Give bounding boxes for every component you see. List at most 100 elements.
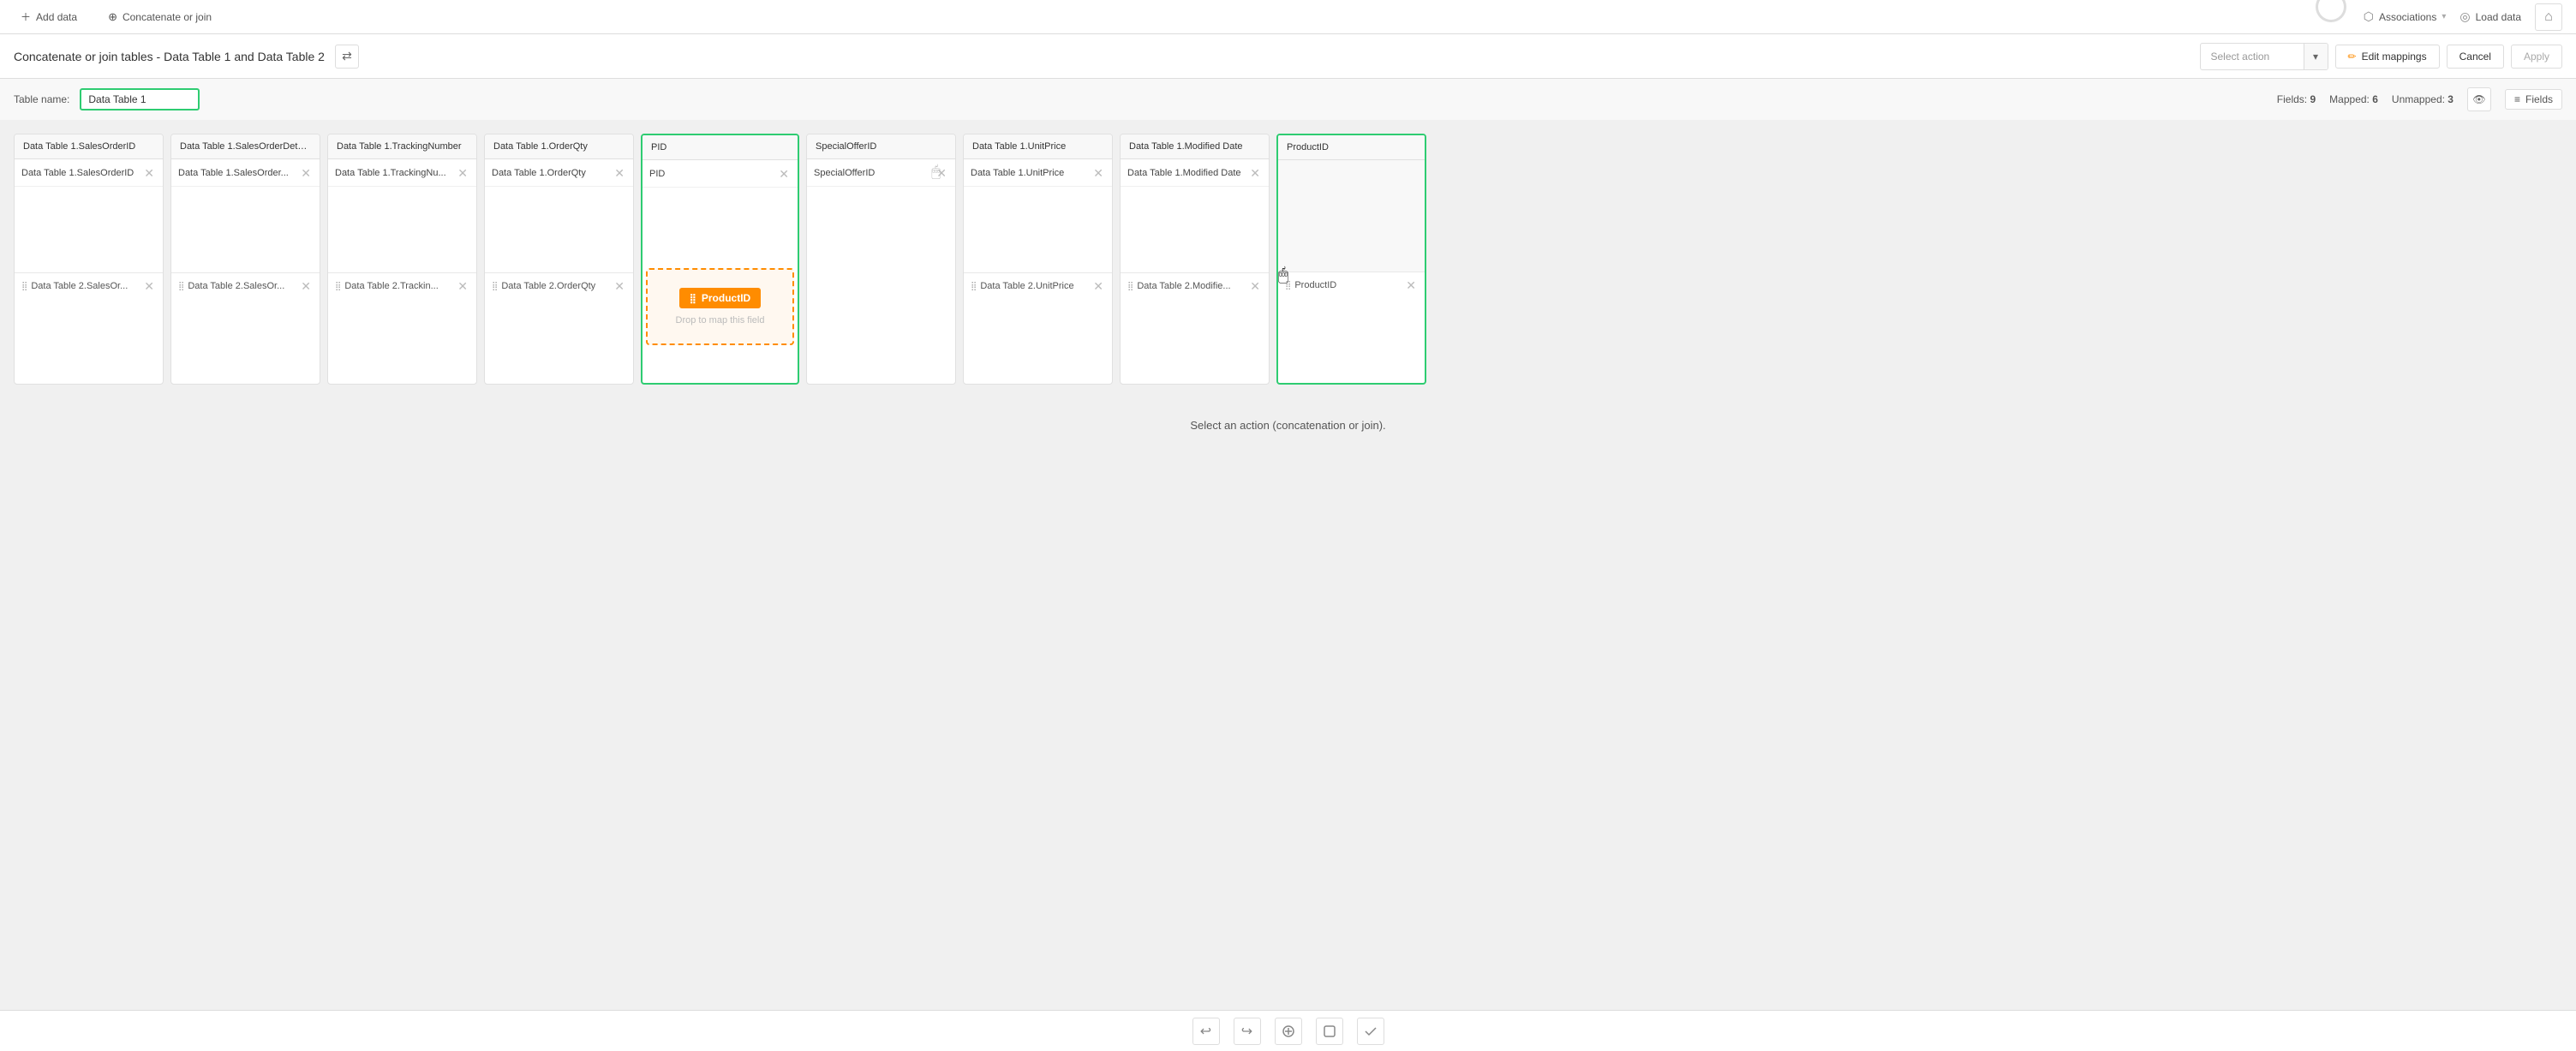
column-productid: ProductID 🖱 ⣿ ProductID ✕: [1276, 134, 1426, 385]
dots-icon: ⣿: [335, 282, 341, 291]
col-header-productid: ProductID: [1278, 135, 1425, 160]
close-icon[interactable]: ✕: [142, 165, 156, 181]
drag-label: ProductID: [702, 292, 750, 304]
column-salesorderdetailid: Data Table 1.SalesOrderDetailID Data Tab…: [170, 134, 320, 385]
close-icon[interactable]: ✕: [613, 278, 626, 294]
page-title: Concatenate or join tables - Data Table …: [14, 50, 325, 63]
bottom-field-3: ⣿ Data Table 2.Trackin... ✕: [328, 272, 476, 299]
redo-button[interactable]: ↪: [1234, 1018, 1261, 1045]
table-name-input[interactable]: [80, 88, 200, 110]
col-header-salesorderid: Data Table 1.SalesOrderID: [15, 134, 163, 159]
column-salesorderid: Data Table 1.SalesOrderID Data Table 1.S…: [14, 134, 164, 385]
close-icon[interactable]: ✕: [777, 166, 791, 182]
pencil-icon: ✏: [2348, 51, 2357, 63]
header-bar: Concatenate or join tables - Data Table …: [0, 34, 2576, 79]
dots-icon: ⣿: [1127, 282, 1133, 291]
field-item: PID ✕: [643, 160, 798, 188]
toolbar-btn-5[interactable]: [1357, 1018, 1384, 1045]
fields-toggle-label: Fields: [2525, 93, 2553, 105]
bottom-toolbar: ↩ ↪: [0, 1010, 2576, 1051]
field-item: Data Table 1.SalesOrderID ✕: [15, 159, 163, 187]
drop-hint: Drop to map this field: [676, 315, 765, 325]
associations-button[interactable]: ⬡ Associations ▾: [2364, 9, 2447, 24]
column-specialofferid: SpecialOfferID SpecialOfferID 🖱 ✕: [806, 134, 956, 385]
col-header-pid: PID: [643, 135, 798, 160]
bottom-field-2: ⣿ Data Table 2.SalesOr... ✕: [171, 272, 320, 299]
drag-grid-icon: ⣿: [690, 293, 696, 304]
select-action-text: Select action: [2201, 51, 2304, 63]
table-name-label: Table name:: [14, 93, 69, 105]
bottom-field-7: ⣿ Data Table 2.UnitPrice ✕: [964, 272, 1112, 299]
field-item: Data Table 1.SalesOrder... ✕: [171, 159, 320, 187]
col-header-salesorderdetailid: Data Table 1.SalesOrderDetailID: [171, 134, 320, 159]
dots-icon: ⣿: [178, 282, 184, 291]
associations-label: Associations: [2379, 11, 2436, 23]
undo-button[interactable]: ↩: [1192, 1018, 1220, 1045]
select-action-dropdown[interactable]: ▾: [2304, 43, 2328, 70]
close-icon[interactable]: ✕: [456, 278, 469, 294]
close-icon[interactable]: ✕: [1091, 165, 1105, 181]
swap-button[interactable]: ⇄: [335, 45, 359, 69]
field-item: Data Table 1.Modified Date ✕: [1121, 159, 1269, 187]
select-action-container: Select action ▾: [2200, 43, 2328, 70]
field-item: Data Table 1.TrackingNu... ✕: [328, 159, 476, 187]
cancel-button[interactable]: Cancel: [2447, 45, 2504, 69]
dots-icon: ⣿: [21, 282, 27, 291]
edit-mappings-label: Edit mappings: [2362, 51, 2427, 63]
field-item: Data Table 1.UnitPrice ✕: [964, 159, 1112, 187]
mapped-count: Mapped: 6: [2329, 93, 2378, 105]
load-data-button[interactable]: ◎ Load data: [2459, 9, 2521, 24]
bottom-status: Select an action (concatenation or join)…: [0, 398, 2576, 452]
drop-zone[interactable]: ⣿ ProductID Drop to map this field: [646, 268, 794, 345]
field-item: Data Table 1.OrderQty ✕: [485, 159, 633, 187]
col-header-modifieddate: Data Table 1.Modified Date: [1121, 134, 1269, 159]
table-name-area: Table name: Fields: 9 Mapped: 6 Unmapped…: [0, 79, 2576, 120]
toolbar-btn-3[interactable]: [1275, 1018, 1302, 1045]
bottom-field-4: ⣿ Data Table 2.OrderQty ✕: [485, 272, 633, 299]
fields-toggle-button[interactable]: ≡ Fields: [2505, 89, 2562, 110]
load-icon: ◎: [2459, 9, 2470, 24]
column-pid: PID PID ✕ ⣿ ProductID Drop to m: [641, 134, 799, 385]
col-header-orderqty: Data Table 1.OrderQty: [485, 134, 633, 159]
col-header-trackingnumber: Data Table 1.TrackingNumber: [328, 134, 476, 159]
bottom-field-9: 🖱 ⣿ ProductID ✕: [1278, 272, 1425, 298]
close-icon[interactable]: ✕: [142, 278, 156, 294]
add-data-label: Add data: [36, 11, 77, 23]
field-item: SpecialOfferID 🖱 ✕: [807, 159, 955, 187]
top-bar: ＋ Add data ⊕ Concatenate or join ⬡ Assoc…: [0, 0, 2576, 34]
edit-mappings-button[interactable]: ✏ Edit mappings: [2335, 45, 2440, 69]
toolbar-btn-4[interactable]: [1316, 1018, 1343, 1045]
add-data-button[interactable]: ＋ Add data: [14, 6, 84, 27]
associations-icon: ⬡: [2364, 9, 2374, 24]
column-modifieddate: Data Table 1.Modified Date Data Table 1.…: [1120, 134, 1270, 385]
close-icon[interactable]: ✕: [613, 165, 626, 181]
mapping-area: Data Table 1.SalesOrderID Data Table 1.S…: [0, 120, 2576, 398]
home-button[interactable]: ⌂: [2535, 3, 2562, 31]
associations-arrow: ▾: [2442, 12, 2446, 21]
fields-count: Fields: 9: [2277, 93, 2316, 105]
close-icon[interactable]: 🖱 ✕: [935, 165, 948, 181]
apply-button[interactable]: Apply: [2511, 45, 2562, 69]
list-icon: ≡: [2514, 93, 2520, 105]
close-icon[interactable]: ✕: [1248, 278, 1262, 294]
plus-icon: ＋: [21, 9, 31, 24]
column-unitprice: Data Table 1.UnitPrice Data Table 1.Unit…: [963, 134, 1113, 385]
concat-icon: ⊕: [108, 10, 117, 24]
load-data-label: Load data: [2476, 11, 2521, 23]
close-icon[interactable]: ✕: [1091, 278, 1105, 294]
visibility-toggle[interactable]: 👁: [2467, 87, 2491, 111]
col-header-specialofferid: SpecialOfferID: [807, 134, 955, 159]
column-orderqty: Data Table 1.OrderQty Data Table 1.Order…: [484, 134, 634, 385]
bottom-field-1: ⣿ Data Table 2.SalesOr... ✕: [15, 272, 163, 299]
close-icon[interactable]: ✕: [456, 165, 469, 181]
status-text: Select an action (concatenation or join)…: [1190, 419, 1385, 432]
dots-icon: ⣿: [492, 282, 498, 291]
close-icon[interactable]: ✕: [299, 165, 313, 181]
columns-container: Data Table 1.SalesOrderID Data Table 1.S…: [14, 134, 2562, 385]
bottom-field-8: ⣿ Data Table 2.Modifie... ✕: [1121, 272, 1269, 299]
close-icon[interactable]: ✕: [1248, 165, 1262, 181]
close-icon[interactable]: ✕: [1404, 278, 1418, 293]
concat-join-button[interactable]: ⊕ Concatenate or join: [101, 7, 218, 27]
dots-icon: ⣿: [1285, 281, 1291, 290]
close-icon[interactable]: ✕: [299, 278, 313, 294]
